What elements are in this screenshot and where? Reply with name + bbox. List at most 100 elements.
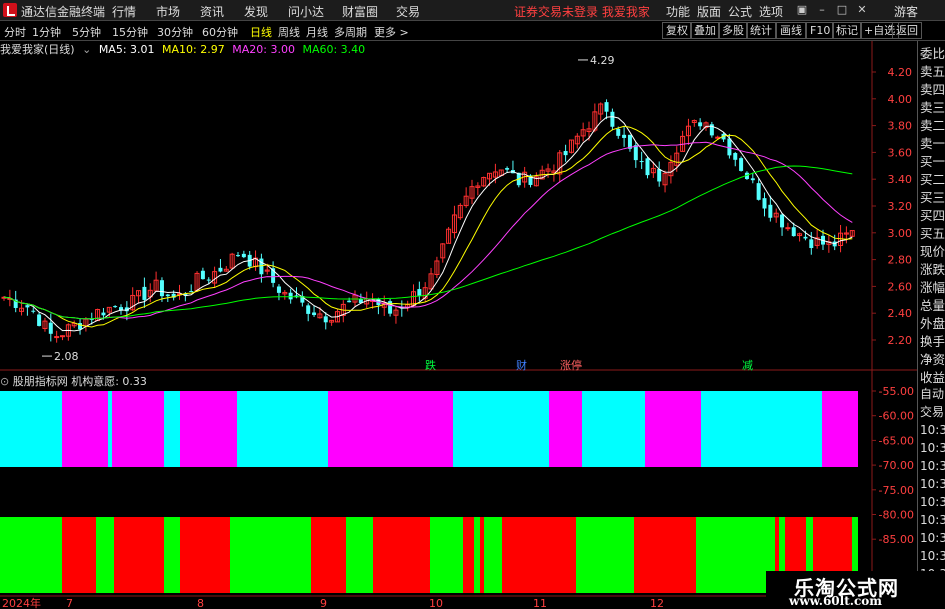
low-marker-label: 2.08	[54, 350, 79, 363]
indicator-settings-icon[interactable]: ⊙	[0, 375, 9, 388]
high-marker-label: 4.29	[590, 54, 615, 67]
close-icon[interactable]: ✕	[854, 2, 870, 18]
period-more[interactable]: 更多 >	[374, 24, 409, 40]
menu-jiaoyi[interactable]: 交易	[396, 3, 420, 20]
candle-body-down	[236, 255, 240, 257]
main-chart-header: 我爱我家(日线) ⌄ MA5: 3.01 MA10: 2.97 MA20: 3.…	[0, 41, 369, 57]
quote-field-label: 卖四	[920, 82, 945, 97]
skin-icon[interactable]: ▣	[794, 2, 810, 18]
quote-field-label: 卖一	[920, 136, 945, 151]
menu-gongneng[interactable]: 功能	[666, 3, 690, 20]
candle-body-down	[37, 314, 42, 326]
indicator-band1-segment	[180, 391, 237, 467]
candle-body-down	[768, 204, 773, 218]
trade-tick-label: 10:36	[920, 495, 945, 509]
indicator-tick-label: -80.00	[879, 509, 914, 522]
ma10-label: MA10: 2.97	[162, 43, 225, 56]
quote-field-label: 卖三	[920, 100, 945, 115]
price-tick-label: 3.80	[888, 120, 913, 133]
indicator-band1-segment	[582, 391, 645, 467]
indicator-tick-label: -70.00	[879, 459, 914, 472]
indicator-band2-segment	[484, 517, 502, 593]
candle-body-down	[306, 305, 311, 314]
candle-body-down	[616, 128, 621, 136]
indicator-band1-segment	[822, 391, 858, 467]
trade-tick-label: 10:36	[920, 531, 945, 545]
login-notice[interactable]: 证券交易未登录 我爱我家	[514, 3, 650, 20]
indicator-band2-segment	[346, 517, 373, 593]
time-axis-label: 11	[533, 597, 547, 609]
tool-f10[interactable]: F10	[806, 22, 835, 39]
indicator-tick-label: -65.00	[879, 434, 914, 447]
period-multi[interactable]: 多周期	[334, 24, 367, 40]
indicator-band2-segment	[430, 517, 463, 593]
quote-field-label: 买一	[920, 154, 945, 169]
period-daily[interactable]: 日线	[250, 24, 272, 40]
menu-faxian[interactable]: 发现	[244, 3, 268, 20]
quote-field-label: 买三	[920, 190, 945, 205]
guest-label[interactable]: 游客	[894, 3, 918, 20]
menu-zixun[interactable]: 资讯	[200, 3, 224, 20]
tool-back[interactable]: 返回	[892, 22, 922, 39]
menu-gongshi[interactable]: 公式	[728, 3, 752, 20]
candle-body-down	[645, 158, 650, 176]
period-30min[interactable]: 30分钟	[157, 24, 193, 40]
price-tick-label: 3.60	[888, 146, 913, 159]
stock-name: 我爱我家(日线)	[0, 43, 75, 56]
period-60min[interactable]: 60分钟	[202, 24, 238, 40]
event-marker: 涨停	[560, 358, 582, 372]
menu-hangqing[interactable]: 行情	[112, 3, 136, 20]
chevron-down-icon[interactable]: ⌄	[82, 43, 91, 56]
menu-xuanxiang[interactable]: 选项	[759, 3, 783, 20]
candle-body-down	[101, 312, 106, 316]
candle-body-up	[785, 227, 791, 230]
candle-body-down	[563, 150, 568, 156]
quote-side-panel: 委比 卖五 卖四 卖三 卖二 卖一 买一 买二 买三 买四 买五 现价 涨跌 涨幅 总量 外盘 换手 净资 收益 自动…	[917, 41, 945, 609]
period-weekly[interactable]: 周线	[278, 24, 300, 40]
event-marker: 财	[516, 358, 527, 372]
event-marker: 减	[742, 359, 753, 372]
quote-field-label: 卖二	[920, 118, 945, 133]
tool-huaxian[interactable]: 画线	[776, 22, 806, 39]
minimize-icon[interactable]: –	[814, 2, 830, 18]
tool-diejia[interactable]: 叠加	[690, 22, 720, 39]
quote-field-label: 买二	[920, 172, 945, 187]
candle-body-down	[288, 292, 293, 300]
indicator-band1-segment	[164, 391, 180, 467]
maximize-icon[interactable]: □	[834, 2, 850, 18]
period-1min[interactable]: 1分钟	[32, 24, 61, 40]
indicator-name[interactable]: 股朋指标网	[13, 375, 68, 388]
menu-wenxiaoda[interactable]: 问小达	[288, 3, 324, 20]
tool-biaoji[interactable]: 标记	[832, 22, 862, 39]
price-tick-label: 3.40	[888, 173, 913, 186]
event-marker: 跌	[425, 358, 436, 372]
candle-body-down	[698, 122, 703, 127]
candle-body-down	[791, 227, 796, 237]
tool-tongji[interactable]: 统计	[746, 22, 776, 39]
indicator-band2-segment	[463, 517, 474, 593]
candle-body-down	[323, 316, 328, 323]
candle-body-down	[809, 239, 814, 249]
menu-caifuquan[interactable]: 财富圈	[342, 3, 378, 20]
ma5-line	[3, 116, 853, 332]
candle-body-down	[48, 322, 53, 334]
menu-shichang[interactable]: 市场	[156, 3, 180, 20]
period-15min[interactable]: 15分钟	[112, 24, 148, 40]
indicator-tick-label: -55.00	[879, 385, 914, 398]
period-fenshi[interactable]: 分时	[4, 24, 26, 40]
price-tick-label: 4.00	[888, 93, 913, 106]
period-5min[interactable]: 5分钟	[72, 24, 101, 40]
trade-tick-label: 10:36	[920, 441, 945, 455]
indicator-band2-segment	[311, 517, 346, 593]
period-monthly[interactable]: 月线	[306, 24, 328, 40]
quote-field-label: 净资	[920, 352, 945, 367]
ma20-label: MA20: 3.00	[232, 43, 295, 56]
candle-body-down	[733, 153, 738, 160]
menu-banmian[interactable]: 版面	[697, 3, 721, 20]
tool-duogu[interactable]: 多股	[718, 22, 748, 39]
indicator-band2-segment	[62, 517, 96, 593]
indicator-band1-segment	[645, 391, 701, 467]
quote-field-label: 涨跌	[920, 262, 945, 277]
quote-field-label: 买五	[920, 226, 945, 241]
tool-fuquan[interactable]: 复权	[662, 22, 692, 39]
